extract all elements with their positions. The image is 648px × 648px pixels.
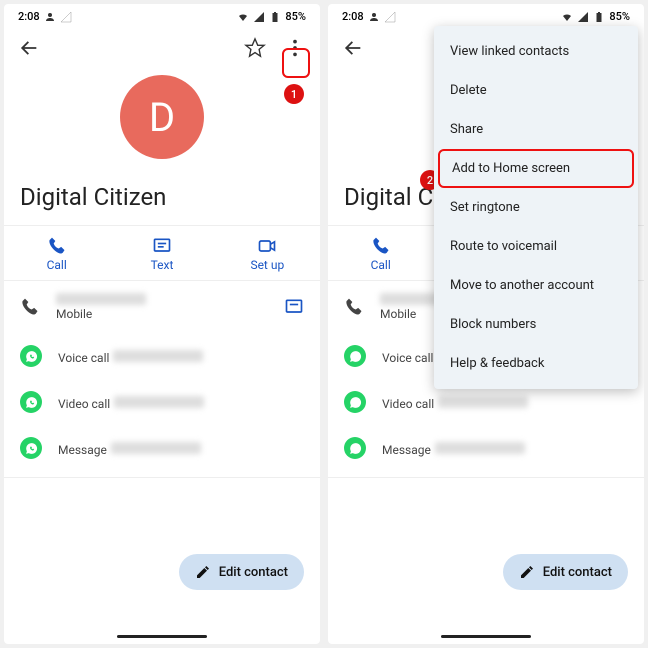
- battery-icon: [593, 11, 605, 23]
- signal-icon: [253, 11, 265, 23]
- top-bar: [4, 25, 320, 71]
- setup-action[interactable]: Set up: [215, 226, 320, 280]
- whatsapp-icon: [20, 391, 42, 413]
- battery-icon: [269, 11, 281, 23]
- menu-share[interactable]: Share: [434, 110, 638, 149]
- signal-weak-icon: [60, 11, 72, 23]
- nav-handle[interactable]: [441, 635, 531, 638]
- avatar: D: [120, 75, 204, 159]
- signal-icon: [577, 11, 589, 23]
- edit-contact-fab[interactable]: Edit contact: [179, 554, 304, 590]
- nav-handle[interactable]: [117, 635, 207, 638]
- user-icon: [44, 11, 56, 23]
- whatsapp-icon: [344, 437, 366, 459]
- phone-left: 2:08 85% 1 D Digital Citizen Call Text S…: [4, 4, 320, 644]
- status-bar: 2:08 85%: [4, 4, 320, 25]
- whatsapp-icon: [20, 437, 42, 459]
- badge-1: 1: [284, 84, 304, 104]
- phone-icon: [20, 297, 40, 317]
- text-icon[interactable]: [284, 297, 304, 317]
- wifi-icon: [237, 11, 249, 23]
- signal-weak-icon: [384, 11, 396, 23]
- pencil-icon: [519, 564, 535, 580]
- whatsapp-icon: [344, 345, 366, 367]
- video-icon: [257, 236, 277, 256]
- whatsapp-icon: [20, 345, 42, 367]
- status-bar: 2:08 85%: [328, 4, 644, 25]
- whatsapp-msg-row[interactable]: Message: [4, 425, 320, 471]
- back-icon[interactable]: [18, 37, 40, 59]
- mobile-row[interactable]: Mobile: [4, 281, 320, 333]
- contact-name: Digital Citizen: [4, 183, 320, 225]
- text-action[interactable]: Text: [109, 226, 214, 280]
- phone-right: 2:08 85% D Digital Citize Call Mobile Vo…: [328, 4, 644, 644]
- call-action[interactable]: Call: [4, 226, 109, 280]
- menu-block[interactable]: Block numbers: [434, 305, 638, 344]
- star-icon[interactable]: [244, 37, 266, 59]
- wifi-icon: [561, 11, 573, 23]
- clock: 2:08: [18, 10, 40, 23]
- phone-icon: [344, 297, 364, 317]
- phone-icon: [47, 236, 67, 256]
- whatsapp-video-row[interactable]: Video call: [4, 379, 320, 425]
- menu-voicemail[interactable]: Route to voicemail: [434, 227, 638, 266]
- pencil-icon: [195, 564, 211, 580]
- action-row: Call Text Set up: [4, 225, 320, 281]
- phone-icon: [371, 236, 391, 256]
- user-icon: [368, 11, 380, 23]
- menu-add-home[interactable]: Add to Home screen: [438, 149, 634, 188]
- text-icon: [152, 236, 172, 256]
- edit-contact-fab[interactable]: Edit contact: [503, 554, 628, 590]
- highlight-box-1: [282, 48, 310, 78]
- call-action[interactable]: Call: [328, 226, 433, 280]
- menu-delete[interactable]: Delete: [434, 71, 638, 110]
- whatsapp-icon: [344, 391, 366, 413]
- battery-pct: 85%: [609, 10, 630, 23]
- whatsapp-voice-row[interactable]: Voice call: [4, 333, 320, 379]
- battery-pct: 85%: [285, 10, 306, 23]
- overflow-menu: View linked contacts Delete Share Add to…: [434, 26, 638, 389]
- menu-linked[interactable]: View linked contacts: [434, 32, 638, 71]
- back-icon[interactable]: [342, 37, 364, 59]
- menu-move[interactable]: Move to another account: [434, 266, 638, 305]
- whatsapp-msg-row[interactable]: Message: [328, 425, 644, 471]
- menu-help[interactable]: Help & feedback: [434, 344, 638, 383]
- clock: 2:08: [342, 10, 364, 23]
- menu-ringtone[interactable]: Set ringtone: [434, 188, 638, 227]
